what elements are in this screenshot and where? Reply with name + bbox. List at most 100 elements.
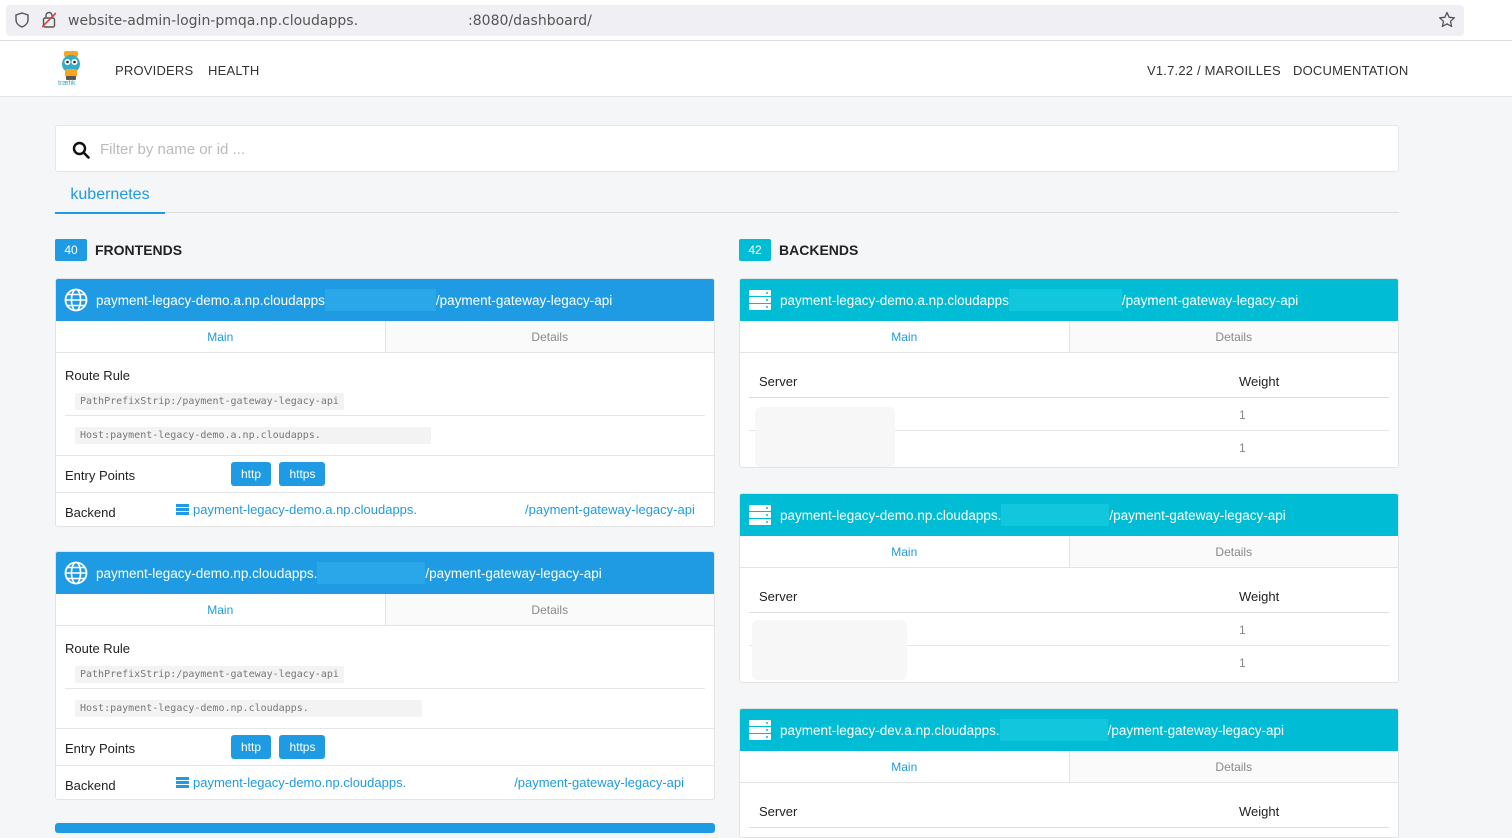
- shield-icon[interactable]: [15, 12, 29, 28]
- backends-header: 42 BACKENDS: [739, 239, 858, 261]
- backends-count-badge: 42: [739, 239, 771, 261]
- backend-row: Backend payment-legacy-demo.a.np.cloudap…: [56, 493, 714, 526]
- frontend-card-header[interactable]: payment-legacy-demo.np.cloudapps. /paymen…: [56, 552, 714, 594]
- entry-points-row: Entry Points http https: [56, 729, 714, 765]
- frontends-title: FRONTENDS: [95, 242, 183, 258]
- redacted-server-address: [752, 620, 907, 680]
- search-input[interactable]: [100, 135, 1380, 163]
- tab-details[interactable]: Details: [385, 594, 714, 625]
- backend-card-header[interactable]: payment-legacy-dev.a.np.cloudapps. /payme…: [740, 709, 1398, 751]
- globe-icon: [64, 288, 88, 312]
- backend-subtabs: Main Details: [740, 751, 1398, 783]
- backends-title: BACKENDS: [779, 242, 859, 258]
- tab-kubernetes[interactable]: kubernetes: [55, 183, 165, 214]
- entry-points-row: Entry Points http https: [56, 456, 714, 492]
- backend-name-prefix: payment-legacy-dev.a.np.cloudapps.: [780, 722, 1000, 738]
- server-weight: 1: [1239, 623, 1246, 637]
- servers-table: Server Weight: [740, 783, 1398, 828]
- frontend-card: [55, 823, 715, 833]
- entry-points-label: Entry Points: [65, 741, 136, 756]
- route-rule-host: Host:payment-legacy-demo.np.cloudapps.: [75, 700, 422, 717]
- servers-table-header: Server Weight: [749, 580, 1389, 613]
- traefik-logo[interactable]: træfik: [56, 49, 86, 89]
- backend-name-prefix: payment-legacy-demo.np.cloudapps.: [780, 507, 1002, 523]
- server-column-header: Server: [759, 589, 798, 604]
- logo-text: træfik: [58, 80, 76, 87]
- weight-column-header: Weight: [1239, 374, 1280, 389]
- backend-subtabs: Main Details: [740, 536, 1398, 568]
- tab-details[interactable]: Details: [1069, 751, 1398, 782]
- server-stack-icon: [749, 290, 771, 310]
- backend-card-header[interactable]: payment-legacy-demo.a.np.cloudapps/payme…: [740, 279, 1398, 321]
- tab-main[interactable]: Main: [740, 751, 1070, 782]
- frontend-name-suffix: /payment-gateway-legacy-api: [435, 292, 613, 308]
- filter-search-box: [55, 125, 1399, 172]
- insecure-lock-icon[interactable]: [42, 11, 56, 28]
- entry-point-https[interactable]: https: [279, 462, 326, 486]
- globe-icon: [64, 561, 88, 585]
- frontend-card: payment-legacy-demo.np.cloudapps. /paymen…: [55, 551, 715, 800]
- servers-table-header: Server Weight: [749, 795, 1389, 828]
- frontend-card-header[interactable]: [55, 823, 715, 833]
- entry-point-http[interactable]: http: [231, 462, 272, 486]
- frontends-header: 40 FRONTENDS: [55, 239, 182, 261]
- server-stack-icon: [749, 720, 771, 740]
- tab-main[interactable]: Main: [56, 321, 386, 352]
- frontend-subtabs: Main Details: [56, 594, 714, 626]
- route-rule-label: Route Rule: [65, 368, 131, 383]
- backend-card: payment-legacy-dev.a.np.cloudapps. /payme…: [739, 708, 1399, 838]
- backend-link[interactable]: payment-legacy-demo.a.np.cloudapps./paym…: [176, 502, 695, 517]
- backend-subtabs: Main Details: [740, 321, 1398, 353]
- frontend-name-suffix: /payment-gateway-legacy-api: [425, 565, 602, 581]
- backend-card-header[interactable]: payment-legacy-demo.np.cloudapps. /paymen…: [740, 494, 1398, 536]
- nav-health[interactable]: HEALTH: [208, 63, 260, 78]
- backend-card: payment-legacy-demo.a.np.cloudapps/payme…: [739, 278, 1399, 468]
- tab-main[interactable]: Main: [56, 594, 386, 625]
- servers-table: Server Weight 1 1: [740, 568, 1398, 680]
- backend-name-prefix: payment-legacy-demo.a.np.cloudapps: [780, 292, 1009, 308]
- tab-details[interactable]: Details: [1069, 536, 1398, 567]
- route-rule-label: Route Rule: [65, 641, 131, 656]
- nav-providers[interactable]: PROVIDERS: [115, 63, 193, 78]
- backend-name-suffix: /payment-gateway-legacy-api: [1107, 722, 1284, 738]
- frontend-name-prefix: payment-legacy-demo.np.cloudapps.: [96, 565, 318, 581]
- server-stack-icon: [749, 505, 771, 525]
- entry-points-label: Entry Points: [65, 468, 136, 483]
- frontend-name-prefix: payment-legacy-demo.a.np.cloudapps: [96, 292, 325, 308]
- backend-label: Backend: [65, 778, 116, 793]
- server-weight: 1: [1239, 408, 1246, 422]
- server-column-header: Server: [759, 374, 798, 389]
- weight-column-header: Weight: [1239, 589, 1280, 604]
- bookmark-star-icon[interactable]: [1438, 11, 1456, 29]
- server-weight: 1: [1239, 656, 1246, 670]
- url-text[interactable]: website-admin-login-pmqa.np.cloudapps.:8…: [68, 13, 592, 29]
- server-column-header: Server: [759, 804, 798, 819]
- nav-version[interactable]: V1.7.22 / MAROILLES: [1147, 63, 1281, 78]
- tab-details[interactable]: Details: [385, 321, 714, 352]
- frontend-card-header[interactable]: payment-legacy-demo.a.np.cloudapps/payme…: [56, 279, 714, 321]
- backend-name-suffix: /payment-gateway-legacy-api: [1121, 292, 1299, 308]
- entry-point-https[interactable]: https: [279, 735, 326, 759]
- servers-table-header: Server Weight: [749, 365, 1389, 398]
- nav-documentation[interactable]: DOCUMENTATION: [1293, 63, 1409, 78]
- backend-name-suffix: /payment-gateway-legacy-api: [1109, 507, 1286, 523]
- address-bar[interactable]: website-admin-login-pmqa.np.cloudapps.:8…: [6, 5, 1464, 36]
- frontend-subtabs: Main Details: [56, 321, 714, 353]
- server-weight: 1: [1239, 441, 1246, 455]
- backend-card: payment-legacy-demo.np.cloudapps. /paymen…: [739, 493, 1399, 683]
- backend-link[interactable]: payment-legacy-demo.np.cloudapps./paymen…: [176, 775, 684, 790]
- route-rule-path: PathPrefixStrip:/payment-gateway-legacy-…: [75, 393, 344, 410]
- browser-toolbar: website-admin-login-pmqa.np.cloudapps.:8…: [0, 0, 1512, 41]
- redacted-server-address: [755, 407, 895, 467]
- frontends-count-badge: 40: [55, 239, 87, 261]
- backend-row: Backend payment-legacy-demo.np.cloudapps…: [56, 766, 714, 799]
- entry-point-http[interactable]: http: [231, 735, 272, 759]
- tab-main[interactable]: Main: [740, 536, 1070, 567]
- server-icon: [176, 504, 189, 515]
- frontend-card: payment-legacy-demo.a.np.cloudapps/payme…: [55, 278, 715, 527]
- weight-column-header: Weight: [1239, 804, 1280, 819]
- tab-details[interactable]: Details: [1069, 321, 1398, 352]
- search-icon: [72, 141, 90, 159]
- top-navigation: træfik PROVIDERS HEALTH V1.7.22 / MAROIL…: [0, 41, 1512, 97]
- tab-main[interactable]: Main: [740, 321, 1070, 352]
